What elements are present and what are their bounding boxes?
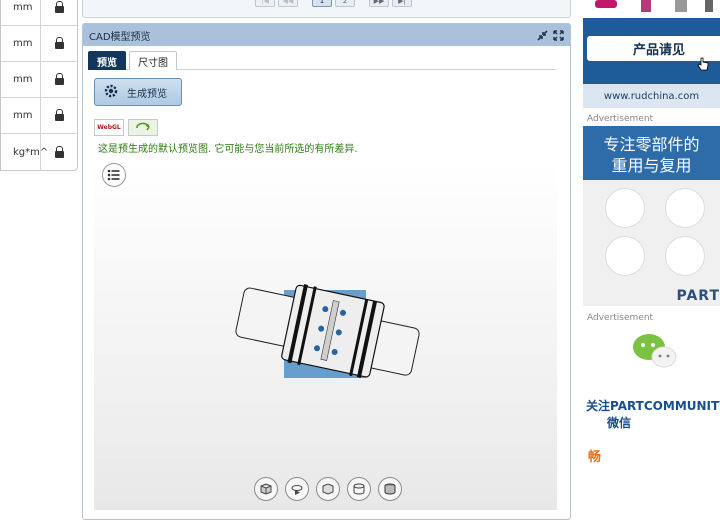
collapse-icon[interactable] (537, 29, 548, 41)
prev-page-button[interactable]: ◀◀ (278, 0, 298, 7)
cad-panel-header: CAD模型预览 (83, 24, 570, 46)
ad-label: Advertisement (587, 114, 654, 124)
view-toolbar (254, 477, 402, 501)
lock-icon (54, 109, 64, 121)
lock-icon (54, 145, 64, 158)
part-image (605, 236, 645, 276)
table-row: mm (1, 0, 77, 26)
lock-cell[interactable] (41, 98, 77, 133)
ad-headline-2: 重用与复用 (611, 156, 692, 175)
lock-cell[interactable] (41, 0, 77, 25)
view-cube-icon[interactable] (254, 477, 278, 501)
generate-preview-button[interactable]: 生成预览 (94, 78, 182, 106)
webgl-logo: WebGL (94, 119, 124, 136)
tab-preview[interactable]: 预览 (88, 51, 126, 70)
part-image (665, 188, 705, 228)
partsolutions-logo: PART (676, 288, 720, 304)
follow-partcommunity-link[interactable]: 关注PARTCOMMUNITY (586, 397, 720, 414)
table-row: kg*m^ (1, 134, 77, 170)
lock-icon (54, 73, 64, 85)
lock-cell[interactable] (41, 62, 77, 97)
cad-tabs: 预览 尺寸图 (88, 51, 556, 70)
wireframe-cube-icon[interactable] (316, 477, 340, 501)
lock-cell[interactable] (41, 134, 77, 170)
orange-link-text[interactable]: 畅 (588, 446, 601, 465)
follow-wechat-label[interactable]: 微信 (607, 414, 631, 431)
fullscreen-icon[interactable] (553, 29, 564, 41)
table-row: mm (1, 98, 77, 134)
cad-panel-title: CAD模型预览 (89, 31, 151, 43)
right-sidebar: 产品请见 www.rudchina.com Advertisement 专注零部… (583, 0, 720, 523)
lock-icon (54, 37, 64, 49)
lock-cell[interactable] (41, 26, 77, 61)
page-2-button[interactable]: 2 (335, 0, 355, 7)
unit-cell: mm (1, 26, 41, 61)
last-page-button[interactable]: ▶| (392, 0, 412, 7)
unit-cell: mm (1, 62, 41, 97)
table-row: mm (1, 62, 77, 98)
page-1-button[interactable]: 1 (312, 0, 332, 7)
lock-icon (54, 1, 64, 13)
table-row: mm (1, 26, 77, 62)
partsolutions-ad[interactable]: 专注零部件的 重用与复用 PART (583, 126, 720, 306)
pointer-hand-icon (697, 57, 709, 74)
renderer-logos: WebGL (94, 119, 158, 136)
units-table: mm mm mm mm kg*m^ (0, 0, 78, 171)
rud-ad[interactable]: 产品请见 www.rudchina.com (583, 0, 720, 108)
first-page-button[interactable]: |◀ (255, 0, 275, 7)
gear-eye-icon (103, 83, 119, 102)
pager: |◀ ◀◀ 1 2 ▶▶ ▶| (255, 0, 412, 7)
next-page-button[interactable]: ▶▶ (369, 0, 389, 7)
wechat-icon[interactable] (631, 332, 679, 373)
generate-preview-label: 生成预览 (127, 88, 167, 100)
unit-cell: mm (1, 0, 41, 25)
refresh-logo (128, 119, 158, 136)
shaded-cylinder-icon[interactable] (378, 477, 402, 501)
ad-parts-grid: PART (583, 180, 720, 306)
part-image (605, 188, 645, 228)
3d-viewer[interactable] (94, 158, 557, 510)
product-thumbnails (593, 0, 713, 14)
cad-model-render (232, 280, 422, 393)
preview-notice: 这是预生成的默认预览图. 它可能与您当前所选的有所差异. (98, 144, 358, 155)
unit-cell: mm (1, 98, 41, 133)
ad-label: Advertisement (587, 313, 654, 323)
menu-list-icon[interactable] (102, 163, 126, 187)
tab-dimension-drawing[interactable]: 尺寸图 (129, 51, 177, 70)
cylinder-view-icon[interactable] (347, 477, 371, 501)
part-image (665, 236, 705, 276)
unit-cell: kg*m^ (1, 134, 48, 170)
rud-url[interactable]: www.rudchina.com (583, 84, 720, 108)
cad-preview-panel: CAD模型预览 预览 尺寸图 生成预览 WebGL 这是预生成的默认预览图. 它… (82, 23, 571, 520)
rotate-play-icon[interactable] (285, 477, 309, 501)
